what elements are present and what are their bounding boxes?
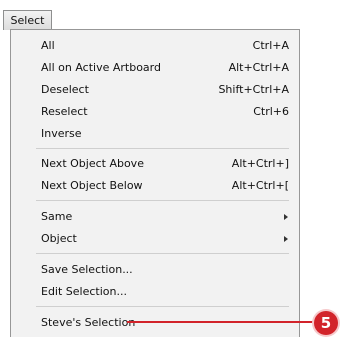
menu-item-label: Same — [41, 210, 73, 223]
menu-item-deselect[interactable]: Deselect Shift+Ctrl+A — [41, 81, 289, 98]
menu-item-label: Reselect — [41, 105, 88, 118]
menu-item-label: Next Object Above — [41, 157, 144, 170]
menu-item-label: Deselect — [41, 83, 89, 96]
menu-item-inverse[interactable]: Inverse — [41, 125, 289, 142]
menu-item-edit-selection[interactable]: Edit Selection... — [41, 283, 289, 300]
menu-separator — [36, 306, 289, 307]
menu-item-shortcut: Shift+Ctrl+A — [218, 83, 289, 96]
menu-item-label: Save Selection... — [41, 263, 133, 276]
menu-item-shortcut: Alt+Ctrl+[ — [231, 179, 289, 192]
callout-leader-line — [127, 321, 317, 323]
select-dropdown-menu: All Ctrl+A All on Active Artboard Alt+Ct… — [10, 29, 300, 337]
menu-item-reselect[interactable]: Reselect Ctrl+6 — [41, 103, 289, 120]
menu-item-all-on-active-artboard[interactable]: All on Active Artboard Alt+Ctrl+A — [41, 59, 289, 76]
menu-item-label: Object — [41, 232, 77, 245]
callout-step-badge: 5 — [314, 311, 338, 335]
menu-item-shortcut: Alt+Ctrl+A — [228, 61, 289, 74]
menu-item-label: Inverse — [41, 127, 82, 140]
callout-step-number: 5 — [320, 314, 332, 332]
menu-item-object[interactable]: Object — [41, 230, 289, 247]
menu-item-save-selection[interactable]: Save Selection... — [41, 261, 289, 278]
submenu-arrow-icon — [284, 213, 288, 220]
select-menu-label: Select — [10, 14, 45, 27]
menu-item-shortcut: Ctrl+A — [252, 39, 289, 52]
menu-item-same[interactable]: Same — [41, 208, 289, 225]
menu-separator — [36, 253, 289, 254]
menu-separator — [36, 148, 289, 149]
select-menu-button[interactable]: Select — [3, 10, 52, 30]
menu-item-shortcut: Alt+Ctrl+] — [231, 157, 289, 170]
menu-item-next-object-below[interactable]: Next Object Below Alt+Ctrl+[ — [41, 177, 289, 194]
menu-item-shortcut: Ctrl+6 — [253, 105, 289, 118]
menu-item-label: All — [41, 39, 55, 52]
menu-item-label: All on Active Artboard — [41, 61, 161, 74]
menu-item-label: Edit Selection... — [41, 285, 127, 298]
menu-item-all[interactable]: All Ctrl+A — [41, 37, 289, 54]
menu-separator — [36, 200, 289, 201]
menu-item-label: Next Object Below — [41, 179, 143, 192]
submenu-arrow-icon — [284, 235, 288, 242]
menu-item-label: Steve's Selection — [41, 316, 136, 329]
menu-item-next-object-above[interactable]: Next Object Above Alt+Ctrl+] — [41, 155, 289, 172]
